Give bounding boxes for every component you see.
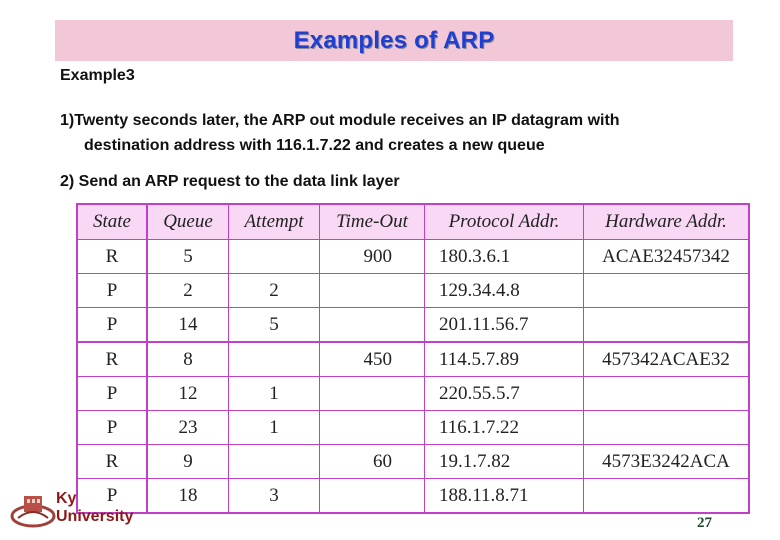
header-hardware-addr: Hardware Addr. <box>583 203 750 240</box>
slide-title-bar: Examples of ARP <box>55 20 733 61</box>
cell-time-out <box>319 307 425 343</box>
slide-title: Examples of ARP <box>293 26 495 54</box>
cell-attempt <box>228 239 320 274</box>
cell-queue: 18 <box>146 478 229 514</box>
header-attempt: Attempt <box>228 203 320 240</box>
table-row: P 12 1 220.55.5.7 <box>76 376 750 411</box>
cell-hardware-addr: ACAE32457342 <box>583 239 750 274</box>
table-row: R 9 60 19.1.7.82 4573E3242ACA <box>76 444 750 479</box>
cell-queue: 14 <box>146 307 229 343</box>
cell-protocol-addr: 188.11.8.71 <box>424 478 584 514</box>
cell-state: P <box>76 410 148 445</box>
university-logo-icon <box>10 496 56 528</box>
step-1-line-1: 1)Twenty seconds later, the ARP out modu… <box>60 112 620 129</box>
step-1: 1)Twenty seconds later, the ARP out modu… <box>60 108 620 158</box>
cell-attempt: 1 <box>228 376 320 411</box>
cell-hardware-addr <box>583 478 750 514</box>
cell-time-out <box>319 273 425 308</box>
cell-protocol-addr: 114.5.7.89 <box>424 341 584 377</box>
cell-attempt <box>228 341 320 377</box>
cell-protocol-addr: 129.34.4.8 <box>424 273 584 308</box>
page-number: 27 <box>697 515 712 531</box>
cell-queue: 2 <box>146 273 229 308</box>
cell-attempt <box>228 444 320 479</box>
table-row: P 14 5 201.11.56.7 <box>76 307 750 343</box>
cell-time-out <box>319 410 425 445</box>
cell-queue: 8 <box>146 341 229 377</box>
cell-hardware-addr: 457342ACAE32 <box>583 341 750 377</box>
cell-protocol-addr: 180.3.6.1 <box>424 239 584 274</box>
cell-state: R <box>76 341 148 377</box>
cell-state: R <box>76 444 148 479</box>
example-label: Example3 <box>60 67 135 84</box>
cell-state: R <box>76 239 148 274</box>
table-header-row: State Queue Attempt Time-Out Protocol Ad… <box>76 203 750 240</box>
table-row: P 23 1 116.1.7.22 <box>76 410 750 445</box>
cell-queue: 12 <box>146 376 229 411</box>
header-protocol-addr: Protocol Addr. <box>424 203 584 240</box>
cell-queue: 23 <box>146 410 229 445</box>
header-queue: Queue <box>146 203 229 240</box>
cell-time-out: 450 <box>319 341 425 377</box>
header-time-out: Time-Out <box>319 203 425 240</box>
cell-hardware-addr: 4573E3242ACA <box>583 444 750 479</box>
cell-attempt: 3 <box>228 478 320 514</box>
table-row: R 5 900 180.3.6.1 ACAE32457342 <box>76 239 750 274</box>
cell-attempt: 2 <box>228 273 320 308</box>
university-name: Ky University <box>56 490 133 526</box>
cell-state: P <box>76 273 148 308</box>
cell-queue: 5 <box>146 239 229 274</box>
table-row: P 18 3 188.11.8.71 <box>76 478 750 514</box>
cell-protocol-addr: 201.11.56.7 <box>424 307 584 343</box>
arp-cache-table: State Queue Attempt Time-Out Protocol Ad… <box>76 203 750 514</box>
table-row: R 8 450 114.5.7.89 457342ACAE32 <box>76 341 750 377</box>
cell-time-out <box>319 478 425 514</box>
cell-time-out: 60 <box>319 444 425 479</box>
cell-state: P <box>76 307 148 343</box>
step-2: 2) Send an ARP request to the data link … <box>60 173 400 190</box>
header-state: State <box>76 203 148 240</box>
cell-queue: 9 <box>146 444 229 479</box>
cell-protocol-addr: 116.1.7.22 <box>424 410 584 445</box>
cell-attempt: 5 <box>228 307 320 343</box>
university-name-line-1: Ky <box>56 490 77 507</box>
university-name-line-2: University <box>56 508 134 525</box>
step-1-line-2: destination address with 116.1.7.22 and … <box>84 137 545 154</box>
cell-time-out: 900 <box>319 239 425 274</box>
cell-attempt: 1 <box>228 410 320 445</box>
cell-hardware-addr <box>583 273 750 308</box>
cell-protocol-addr: 220.55.5.7 <box>424 376 584 411</box>
cell-protocol-addr: 19.1.7.82 <box>424 444 584 479</box>
cell-state: P <box>76 376 148 411</box>
cell-hardware-addr <box>583 307 750 343</box>
cell-time-out <box>319 376 425 411</box>
cell-hardware-addr <box>583 410 750 445</box>
cell-hardware-addr <box>583 376 750 411</box>
table-row: P 2 2 129.34.4.8 <box>76 273 750 308</box>
